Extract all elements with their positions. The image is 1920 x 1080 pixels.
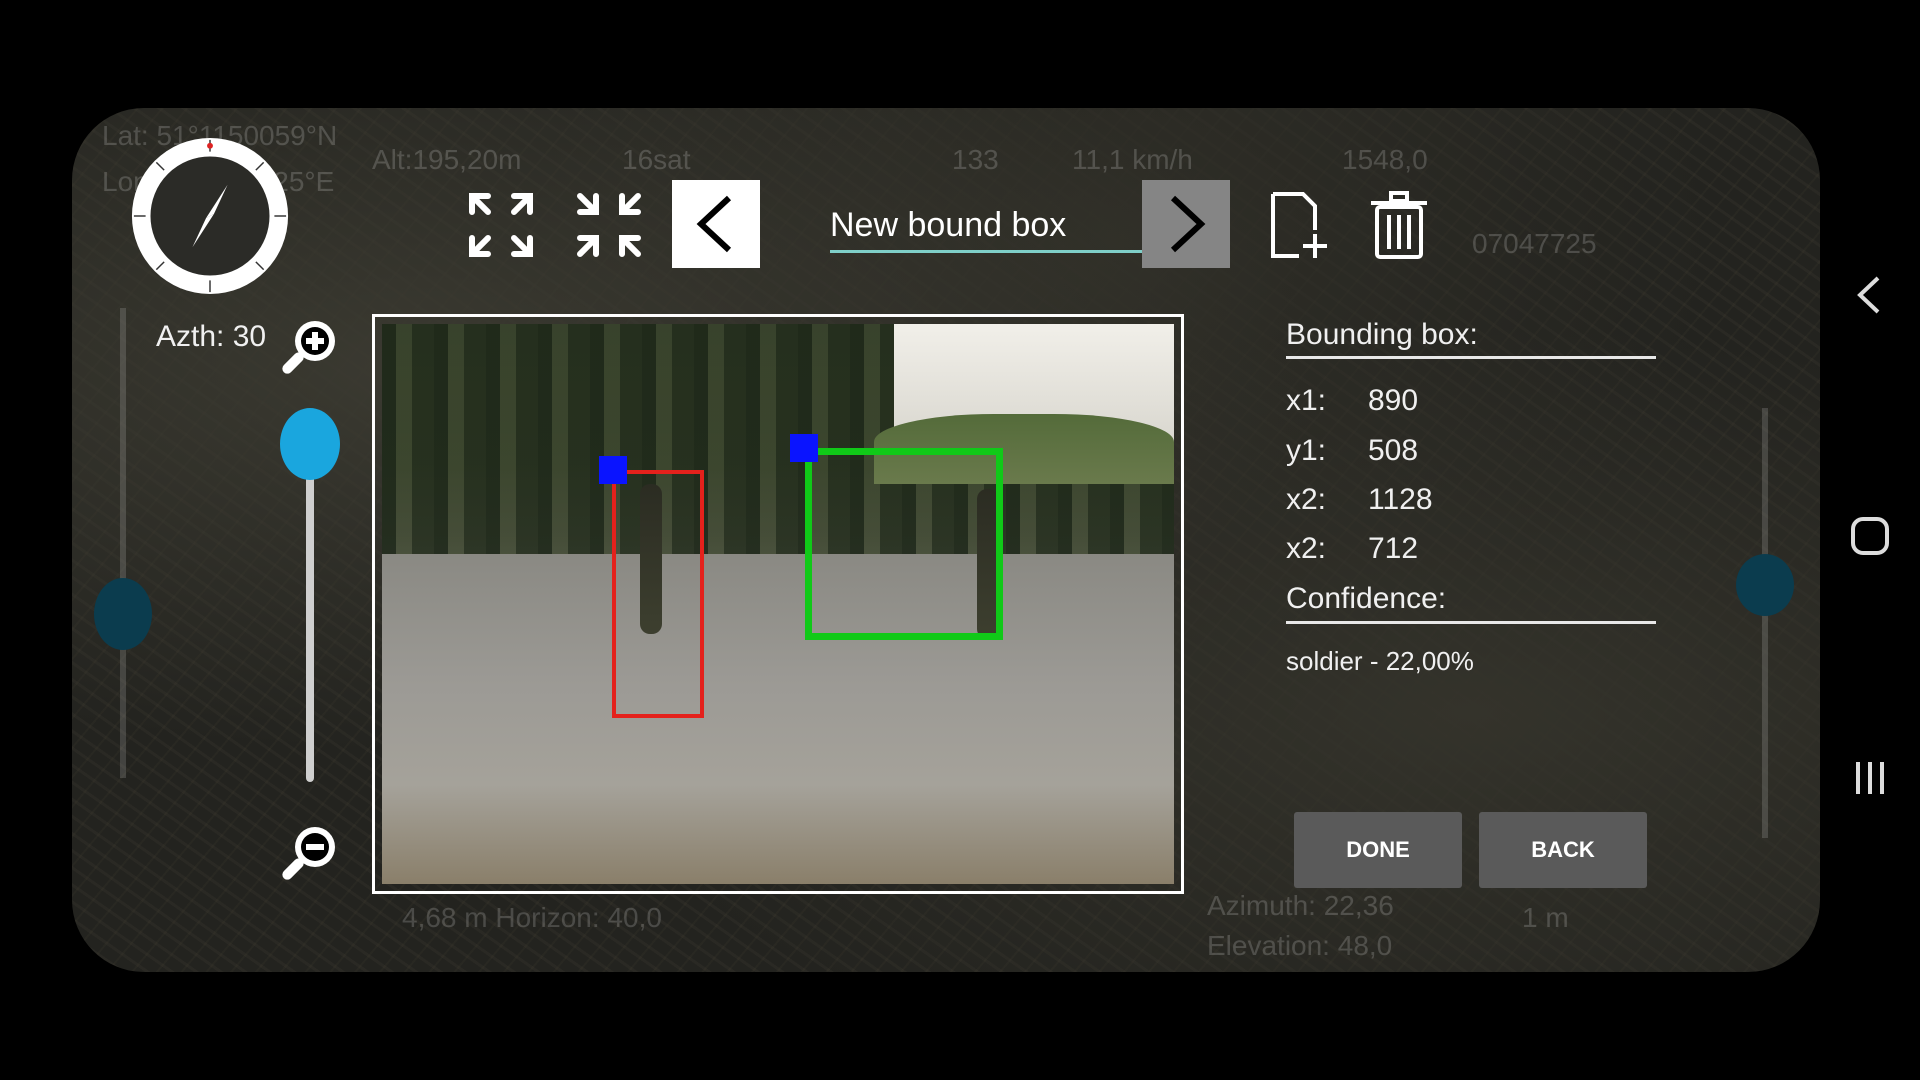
azimuth-readout: Azimuth: 22,36 — [1207, 890, 1394, 921]
bbox-divider — [1286, 356, 1656, 359]
previous-button[interactable] — [672, 180, 760, 268]
zoom-slider-thumb[interactable] — [280, 407, 340, 480]
system-back-button[interactable] — [1854, 274, 1884, 321]
code-readout: 1548,0 — [1342, 144, 1428, 175]
confidence-value: soldier - 22,00% — [1286, 646, 1474, 676]
satellite-readout: 16sat — [622, 144, 691, 175]
delete-button[interactable] — [1364, 188, 1434, 264]
scale-readout: 1 m — [1522, 902, 1569, 933]
altitude-readout: Alt:195,20m — [372, 144, 522, 175]
x1-key: x1: — [1286, 384, 1327, 417]
bounding-box-header: Bounding box: — [1286, 318, 1478, 351]
heading-readout: 133 — [952, 144, 999, 175]
video-frame — [382, 324, 1174, 884]
zoom-in-icon — [282, 321, 335, 374]
zoom-out-icon — [282, 827, 335, 880]
chevron-right-icon — [1170, 195, 1206, 253]
system-recents-button[interactable] — [1852, 760, 1888, 801]
bounding-box-red[interactable] — [612, 470, 704, 718]
right-slider-track[interactable] — [1762, 408, 1768, 838]
expand-button[interactable] — [464, 188, 538, 262]
add-file-icon — [1271, 192, 1327, 258]
app-container: Lat: 51°1150059°N Lon:15.3935725°E Alt:1… — [72, 108, 1820, 972]
distance-readout: 4,68 m Horizon: 40,0 — [402, 902, 662, 933]
y1-key: y1: — [1286, 434, 1327, 467]
done-button[interactable]: DONE — [1294, 812, 1462, 888]
trash-icon — [1371, 191, 1427, 259]
x1-value: 890 — [1368, 384, 1419, 417]
right-slider-thumb[interactable] — [1736, 554, 1794, 616]
red-box-handle[interactable] — [599, 456, 627, 484]
confidence-divider — [1286, 621, 1656, 624]
confidence-header: Confidence: — [1286, 582, 1447, 615]
y2-key: x2: — [1286, 532, 1327, 565]
zoom-in-button[interactable] — [276, 314, 342, 380]
left-slider-track[interactable] — [120, 308, 126, 778]
zoom-out-button[interactable] — [276, 820, 342, 886]
azimuth-label: Azth: 30 — [156, 320, 267, 353]
chevron-left-icon — [696, 195, 732, 253]
compass-icon — [131, 137, 289, 295]
system-home-icon — [1851, 517, 1889, 555]
sandy-ground — [382, 554, 1174, 884]
next-button[interactable] — [1142, 180, 1230, 268]
y2-value: 712 — [1368, 532, 1419, 565]
y1-value: 508 — [1368, 434, 1419, 467]
compass-dial[interactable] — [130, 136, 290, 296]
back-button[interactable]: BACK — [1479, 812, 1647, 888]
speed-readout: 11,1 km/h — [1072, 144, 1193, 175]
x2-key: x2: — [1286, 483, 1327, 516]
image-viewer[interactable] — [372, 314, 1184, 894]
left-slider-thumb[interactable] — [94, 578, 152, 650]
expand-icon — [469, 193, 533, 257]
system-back-icon — [1857, 276, 1880, 314]
coordinate-readout: 07047725 — [1472, 228, 1597, 259]
collapse-button[interactable] — [572, 188, 646, 262]
x2-value: 1128 — [1368, 483, 1433, 516]
elevation-readout: Elevation: 48,0 — [1207, 930, 1393, 961]
collapse-icon — [577, 193, 641, 257]
system-home-button[interactable] — [1850, 516, 1890, 561]
bound-box-title-input[interactable] — [830, 200, 1144, 253]
system-recents-icon — [1856, 762, 1884, 794]
bounding-box-green[interactable] — [805, 448, 1003, 640]
green-box-handle[interactable] — [790, 434, 818, 462]
add-bound-box-button[interactable] — [1264, 188, 1334, 264]
